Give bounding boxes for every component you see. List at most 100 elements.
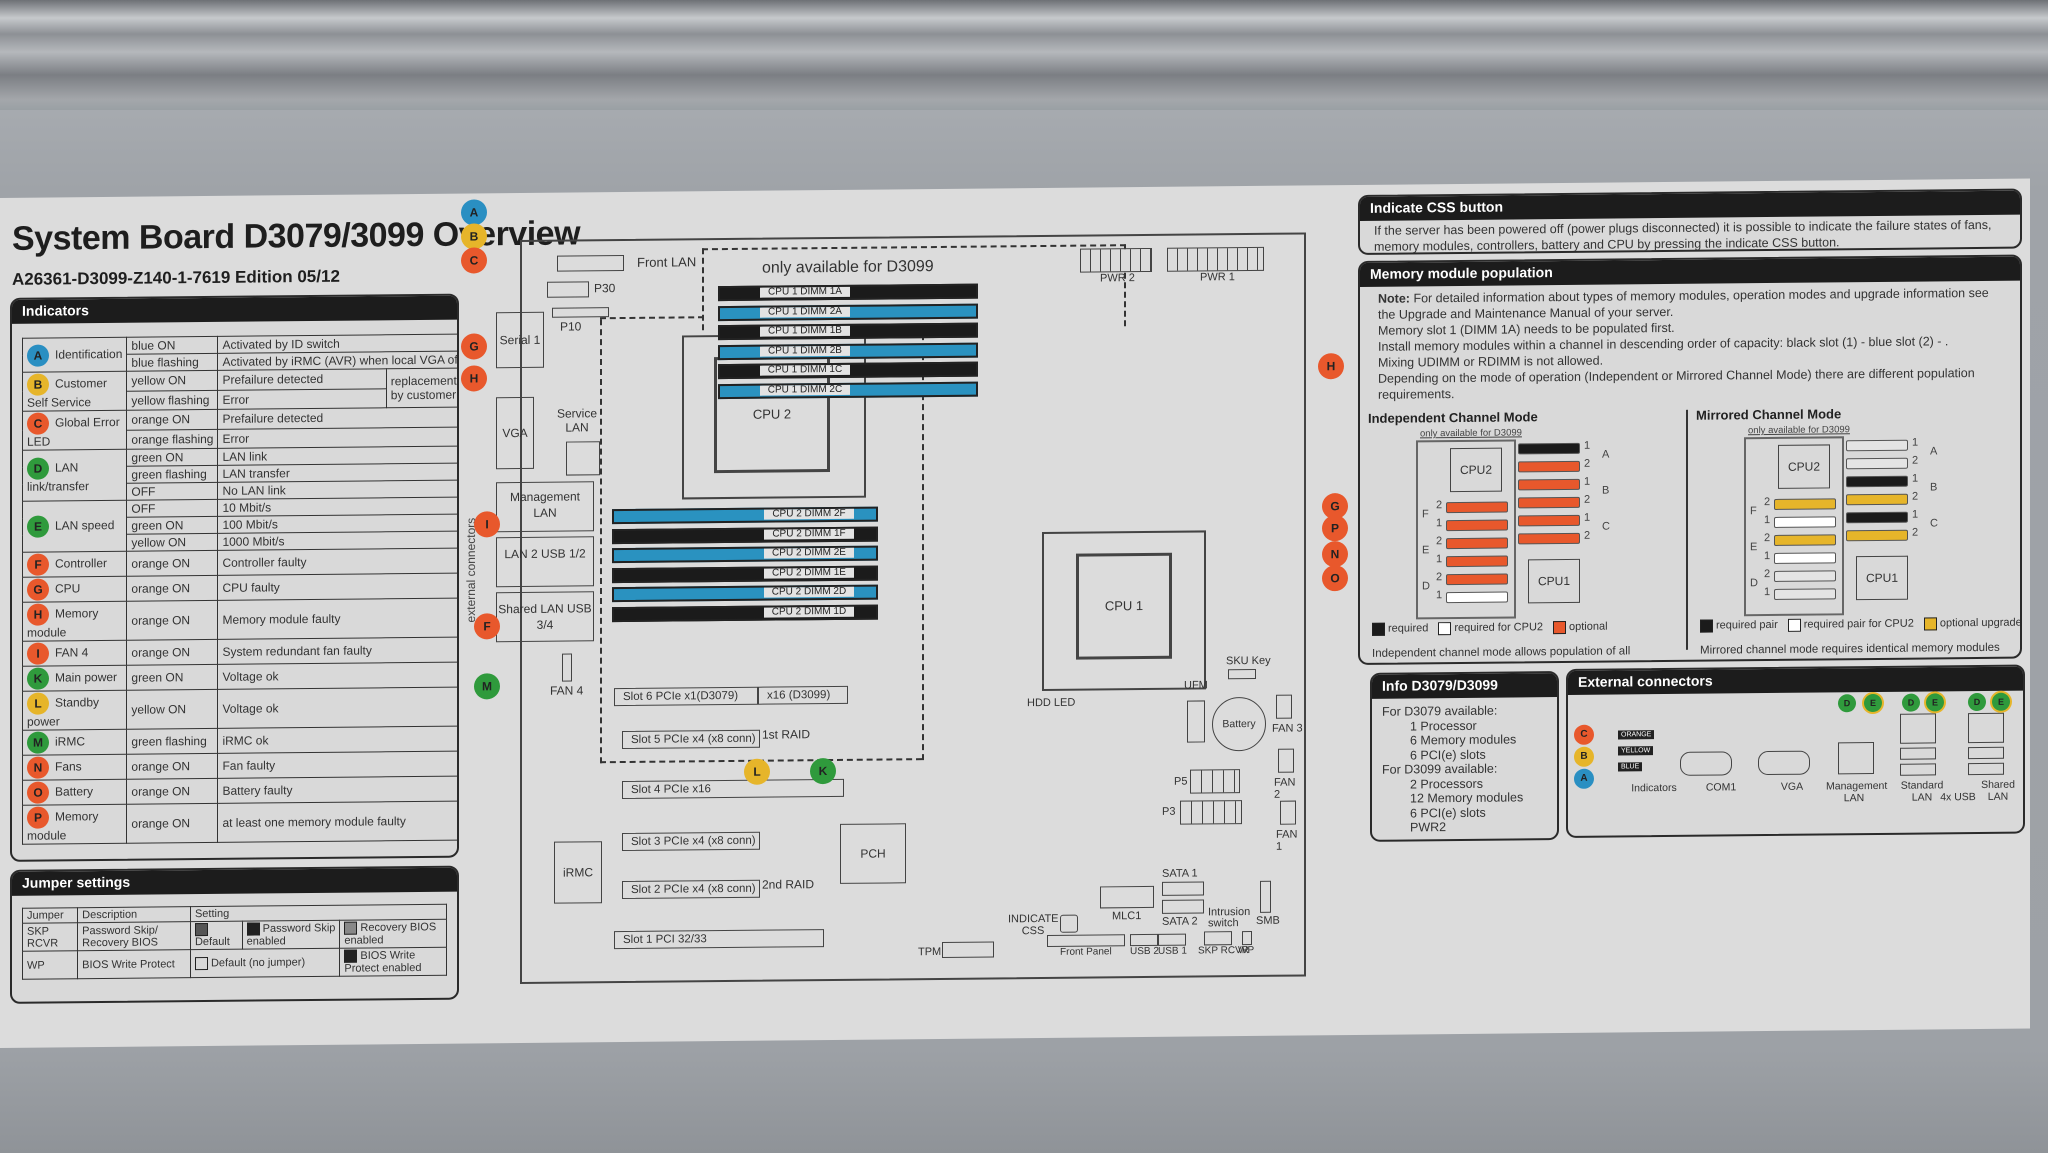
p-indicator-badge: P [27, 806, 49, 829]
indicate-css-panel: Indicate CSS button If the server has be… [1358, 188, 2022, 255]
m-indicator-badge: M [27, 731, 49, 754]
indicator-state: orange flashing [126, 428, 218, 450]
info-line: For D3099 available: [1382, 761, 1498, 777]
dimm-slot-e2 [1774, 534, 1836, 546]
dimm-label: CPU 1 DIMM 1A [760, 286, 850, 298]
slot-number: 1 [1436, 589, 1443, 602]
indicator-state: green ON [126, 664, 218, 691]
channel-letter: D [1750, 577, 1758, 590]
shared-lan-port [1968, 712, 2004, 744]
indicator-meaning: Fan faulty [217, 751, 459, 779]
fan3-label: FAN 3 [1272, 722, 1303, 735]
slot-number: 1 [1912, 472, 1919, 485]
board-diagram: only available for D3099 Front LAN P30 P… [464, 232, 1306, 985]
dimm-slot-c1 [1518, 514, 1580, 527]
info-line: 6 PCI(e) slots [1410, 747, 1486, 762]
indicator-meaning: Voltage ok [217, 662, 459, 690]
dimm-slot-c2 [1518, 532, 1580, 545]
lan2-usb-connector: LAN 2 USB 1/2 [496, 536, 594, 588]
pwr2-label: PWR 2 [1100, 272, 1135, 285]
n-indicator-badge: N [27, 756, 49, 779]
memory-population-panel: Memory module population Note: For detai… [1358, 254, 2022, 665]
hdd-led-label: HDD LED [1027, 696, 1076, 710]
p3-label: P3 [1162, 805, 1176, 818]
dimm-slot-f2 [1774, 498, 1836, 510]
p5-label: P5 [1174, 775, 1188, 788]
indicator-name-cell: E LAN speed [22, 500, 127, 553]
info-panel: Info D3079/D3099 For D3079 available: 1 P… [1370, 671, 1559, 842]
jumper-id: SKP RCVR [22, 922, 78, 952]
legend-swatch [1700, 619, 1713, 633]
dimm-slot-a1 [1846, 439, 1908, 452]
indicator-state: green flashing [126, 728, 218, 755]
indicator-meaning: CPU faulty [217, 573, 459, 601]
dimm-slot-f1 [1446, 519, 1508, 532]
slot-number: 1 [1912, 508, 1919, 521]
jumper-id: WP [22, 950, 78, 980]
sata2-label: SATA 2 [1162, 915, 1198, 928]
indicator-name: Fans [55, 759, 82, 774]
info-line: 2 Processors [1410, 776, 1483, 791]
service-lan-connector [566, 441, 600, 476]
skp-rcvr-jumper [1204, 931, 1232, 946]
dimm-slot-f2 [1446, 501, 1508, 514]
jumper-col-header: Jumper [22, 907, 78, 924]
indicator-state: blue ON [126, 336, 218, 355]
indicator-meaning: Prefailure detected [217, 368, 387, 390]
indicate-css-button[interactable] [1060, 914, 1078, 933]
cmos-battery: Battery [1212, 696, 1266, 752]
serial1-connector: Serial 1 [496, 311, 544, 369]
mlc1-label: MLC1 [1112, 910, 1142, 923]
slot-number: 1 [1584, 511, 1591, 524]
independent-mode-title: Independent Channel Mode [1368, 409, 1538, 426]
indicator-name-cell: I FAN 4 [22, 640, 127, 667]
lan-led-d-badge: D [1968, 692, 1986, 712]
indicator-name: FAN 4 [55, 645, 89, 660]
slot-number: 1 [1436, 517, 1443, 530]
info-line: For D3079 available: [1382, 703, 1498, 719]
slot-number: 2 [1912, 490, 1919, 503]
callout-o-badge: O [1322, 565, 1348, 592]
indicator-state: orange ON [126, 409, 218, 430]
server-chassis-rail [0, 0, 2048, 110]
p30-label: P30 [594, 281, 616, 296]
a-indicator-badge: A [27, 344, 49, 367]
jumper-setting: Default (no jumper) [190, 948, 340, 978]
cpu1-dimm-slot: CPU 1 DIMM 1C [718, 361, 978, 380]
indicator-state: yellow ON [126, 370, 218, 391]
cpu1-box: CPU1 [1856, 555, 1908, 601]
cpu1-dimm-slot: CPU 1 DIMM 1A [718, 283, 978, 302]
mirrored-mode-title: Mirrored Channel Mode [1696, 406, 1842, 423]
dimm-slot-d2 [1446, 573, 1508, 586]
independent-channel-mode: Independent Channel Mode only available … [1368, 408, 1686, 665]
cpu1-socket: CPU 1 [1042, 530, 1206, 691]
fan4-label: FAN 4 [550, 683, 584, 698]
only-d3099-caption: only available for D3099 [1420, 427, 1522, 440]
channel-letter: E [1422, 544, 1430, 557]
management-lan-port [1838, 742, 1874, 775]
indicator-meaning: iRMC ok [217, 726, 459, 754]
indicator-name: Battery [55, 784, 94, 799]
indicator-state: orange ON [126, 778, 218, 805]
jumper-setting: Default [190, 921, 243, 950]
usb1-header [1158, 933, 1186, 946]
lan-led-e-badge: E [1926, 693, 1944, 712]
slot-number: 1 [1764, 514, 1771, 527]
indicator-state: yellow ON [126, 533, 218, 552]
jumper-description: BIOS Write Protect [77, 949, 191, 979]
d3099-area-outline [600, 316, 704, 321]
mode-diagram: only available for D3099 CPU2 CPU1 2 F 1 2 E 1 2 D… [1410, 426, 1690, 620]
slot-number: 1 [1764, 550, 1771, 563]
callout-n-badge: N [1322, 541, 1348, 568]
b-indicator-badge: B [27, 373, 49, 396]
d3099-area-outline [600, 319, 603, 764]
description-col-header: Description [77, 906, 191, 923]
front-lan-label: Front LAN [637, 254, 697, 270]
dimm-label: CPU 2 DIMM 2D [764, 586, 854, 598]
indicator-name: Main power [55, 670, 118, 685]
pcie-slot-5: Slot 5 PCIe x4 (x8 conn) [622, 729, 760, 750]
lan-led-e-badge: E [1992, 692, 2010, 711]
slot-number: 1 [1436, 553, 1443, 566]
dimm-slot-d2 [1774, 570, 1836, 582]
callout-a-badge: A [461, 199, 487, 226]
